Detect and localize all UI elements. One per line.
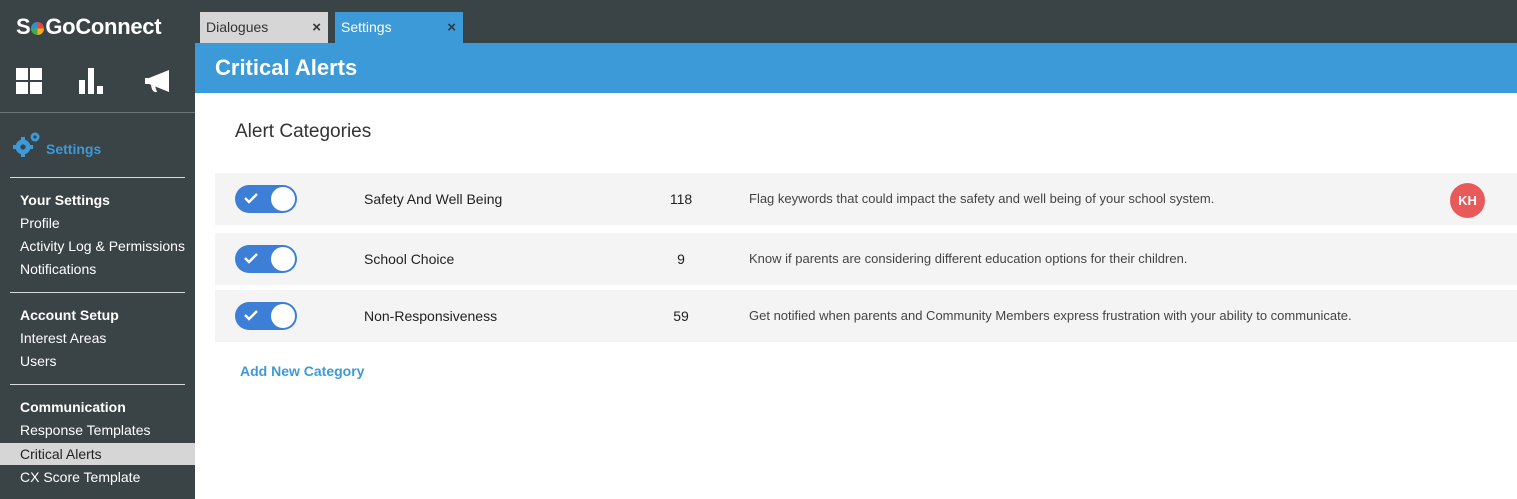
close-icon[interactable]: × bbox=[447, 12, 456, 43]
table-row: Safety And Well Being 118 Flag keywords … bbox=[215, 173, 1517, 225]
category-name: Non-Responsiveness bbox=[364, 308, 498, 324]
sidebar-item-interest-areas[interactable]: Interest Areas bbox=[0, 327, 195, 349]
page-header: Critical Alerts bbox=[195, 43, 1517, 93]
sidebar-item-cx-score-template[interactable]: CX Score Template bbox=[0, 466, 195, 488]
close-icon[interactable]: × bbox=[312, 12, 321, 43]
tab-label: Settings bbox=[341, 19, 392, 35]
category-description: Flag keywords that could impact the safe… bbox=[749, 191, 1215, 206]
section-heading: Alert Categories bbox=[235, 121, 372, 142]
logo-prefix: S bbox=[16, 14, 31, 39]
tab-settings[interactable]: Settings × bbox=[335, 12, 463, 43]
top-nav-icons bbox=[0, 66, 195, 102]
category-name: Safety And Well Being bbox=[364, 191, 503, 207]
enable-toggle[interactable] bbox=[235, 185, 297, 213]
table-row: Non-Responsiveness 59 Get notified when … bbox=[215, 290, 1517, 342]
sidebar: S GoConnect Settings Your Settings Profi… bbox=[0, 0, 195, 499]
section-separator bbox=[10, 384, 185, 385]
page-title: Critical Alerts bbox=[215, 55, 358, 80]
megaphone-icon[interactable] bbox=[143, 68, 171, 101]
category-count: 118 bbox=[669, 191, 693, 207]
sidebar-divider bbox=[0, 112, 195, 113]
section-title-your-settings: Your Settings bbox=[20, 192, 110, 208]
avatar[interactable]: KH bbox=[1450, 183, 1485, 218]
sidebar-item-profile[interactable]: Profile bbox=[0, 212, 195, 234]
dashboard-grid-icon[interactable] bbox=[16, 68, 42, 99]
bar-chart-icon[interactable] bbox=[79, 68, 105, 99]
category-description: Get notified when parents and Community … bbox=[749, 308, 1352, 323]
tab-label: Dialogues bbox=[206, 19, 269, 35]
section-separator bbox=[10, 292, 185, 293]
gears-icon bbox=[12, 130, 42, 163]
settings-heading[interactable]: Settings bbox=[12, 130, 101, 163]
logo-suffix: GoConnect bbox=[45, 14, 162, 39]
toggle-knob bbox=[271, 187, 295, 211]
enable-toggle[interactable] bbox=[235, 245, 297, 273]
check-icon bbox=[244, 193, 258, 204]
tab-bar: Dialogues × Settings × bbox=[195, 0, 1517, 43]
tab-dialogues[interactable]: Dialogues × bbox=[200, 12, 328, 43]
table-row: School Choice 9 Know if parents are cons… bbox=[215, 233, 1517, 285]
sidebar-item-activity-log[interactable]: Activity Log & Permissions bbox=[0, 235, 195, 257]
app-logo[interactable]: S GoConnect bbox=[16, 14, 162, 40]
section-title-communication: Communication bbox=[20, 399, 126, 415]
logo-dot-icon bbox=[31, 21, 45, 35]
sidebar-item-critical-alerts[interactable]: Critical Alerts bbox=[0, 443, 195, 465]
toggle-knob bbox=[271, 247, 295, 271]
check-icon bbox=[244, 253, 258, 264]
toggle-knob bbox=[271, 304, 295, 328]
add-new-category-link[interactable]: Add New Category bbox=[240, 363, 364, 379]
category-count: 59 bbox=[673, 308, 689, 324]
section-separator bbox=[10, 177, 185, 178]
category-description: Know if parents are considering differen… bbox=[749, 251, 1188, 266]
sidebar-item-notifications[interactable]: Notifications bbox=[0, 258, 195, 280]
sidebar-item-users[interactable]: Users bbox=[0, 350, 195, 372]
enable-toggle[interactable] bbox=[235, 302, 297, 330]
category-name: School Choice bbox=[364, 251, 455, 267]
category-count: 9 bbox=[677, 251, 685, 267]
sidebar-item-response-templates[interactable]: Response Templates bbox=[0, 419, 195, 441]
check-icon bbox=[244, 310, 258, 321]
section-title-account-setup: Account Setup bbox=[20, 307, 119, 323]
settings-label: Settings bbox=[46, 140, 102, 157]
